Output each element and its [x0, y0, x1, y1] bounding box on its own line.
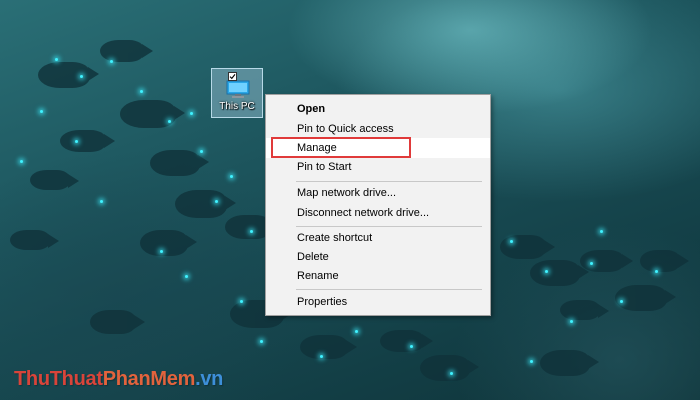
wallpaper-glow-dot	[655, 270, 658, 273]
wallpaper-fish	[380, 330, 433, 352]
wallpaper-glow-dot	[185, 275, 188, 278]
wallpaper-glow-dot	[620, 300, 623, 303]
wallpaper-glow-dot	[320, 355, 323, 358]
wallpaper-fish	[60, 130, 115, 152]
menu-separator	[296, 226, 482, 227]
wallpaper-fish	[640, 250, 689, 272]
wallpaper-fish	[140, 230, 197, 256]
wallpaper-fish	[540, 350, 599, 376]
wallpaper-fish	[615, 285, 676, 311]
menu-item-rename[interactable]: Rename	[266, 266, 490, 286]
wallpaper-glow-dot	[80, 75, 83, 78]
menu-item-pin-to-start[interactable]: Pin to Start	[266, 157, 490, 177]
wallpaper-fish	[500, 235, 555, 259]
wallpaper-glow-dot	[168, 120, 171, 123]
menu-separator	[296, 181, 482, 182]
wallpaper-glow-dot	[215, 200, 218, 203]
wallpaper-glow-dot	[75, 140, 78, 143]
wallpaper-fish	[120, 100, 185, 128]
watermark-part-1: ThuThuat	[14, 368, 103, 390]
wallpaper-fish	[175, 190, 236, 218]
wallpaper-glow-dot	[590, 262, 593, 265]
watermark-part-3: .vn	[195, 368, 224, 390]
wallpaper-fish	[420, 355, 479, 381]
context-menu: Open Pin to Quick access Manage Pin to S…	[265, 94, 491, 316]
wallpaper-glow-dot	[410, 345, 413, 348]
wallpaper-fish	[90, 310, 145, 334]
annotation-highlight-box	[271, 137, 411, 158]
wallpaper-glow-dot	[510, 240, 513, 243]
selection-checkbox[interactable]	[228, 72, 237, 81]
menu-item-pin-quick-access[interactable]: Pin to Quick access	[266, 119, 490, 139]
wallpaper-fish	[580, 250, 633, 272]
wallpaper-glow-dot	[55, 58, 58, 61]
wallpaper-glow-dot	[230, 175, 233, 178]
wallpaper-glow-dot	[250, 230, 253, 233]
wallpaper-fish	[30, 170, 79, 190]
menu-separator	[296, 289, 482, 290]
wallpaper-glow-dot	[190, 112, 193, 115]
menu-item-create-shortcut[interactable]: Create shortcut	[266, 228, 490, 248]
this-pc-label: This PC	[219, 101, 255, 112]
menu-item-delete[interactable]: Delete	[266, 247, 490, 267]
wallpaper-glow-dot	[40, 110, 43, 113]
wallpaper-glow-dot	[530, 360, 533, 363]
wallpaper-glow-dot	[545, 270, 548, 273]
wallpaper-glow-dot	[240, 300, 243, 303]
wallpaper-glow-dot	[450, 372, 453, 375]
menu-item-disconnect-network-drive[interactable]: Disconnect network drive...	[266, 203, 490, 223]
wallpaper-glow-dot	[20, 160, 23, 163]
wallpaper-glow-dot	[200, 150, 203, 153]
wallpaper-glow-dot	[110, 60, 113, 63]
wallpaper-fish	[100, 40, 153, 62]
wallpaper-glow-dot	[260, 340, 263, 343]
wallpaper-fish	[560, 300, 609, 320]
wallpaper-glow-dot	[570, 320, 573, 323]
wallpaper-glow-dot	[355, 330, 358, 333]
menu-item-properties[interactable]: Properties	[266, 292, 490, 312]
menu-item-open[interactable]: Open	[266, 99, 490, 119]
watermark-part-2: PhanMem	[102, 368, 196, 390]
wallpaper-glow-dot	[600, 230, 603, 233]
menu-item-map-network-drive[interactable]: Map network drive...	[266, 183, 490, 203]
watermark-logo: ThuThuatPhanMem.vn	[14, 368, 223, 391]
wallpaper-fish	[530, 260, 589, 286]
checkmark-icon	[229, 74, 236, 80]
wallpaper-fish	[300, 335, 357, 359]
wallpaper-glow-dot	[100, 200, 103, 203]
wallpaper-glow-dot	[160, 250, 163, 253]
wallpaper-glow-dot	[140, 90, 143, 93]
wallpaper-fish	[150, 150, 209, 176]
this-pc-desktop-icon[interactable]: This PC	[211, 68, 263, 118]
wallpaper-fish	[10, 230, 59, 250]
